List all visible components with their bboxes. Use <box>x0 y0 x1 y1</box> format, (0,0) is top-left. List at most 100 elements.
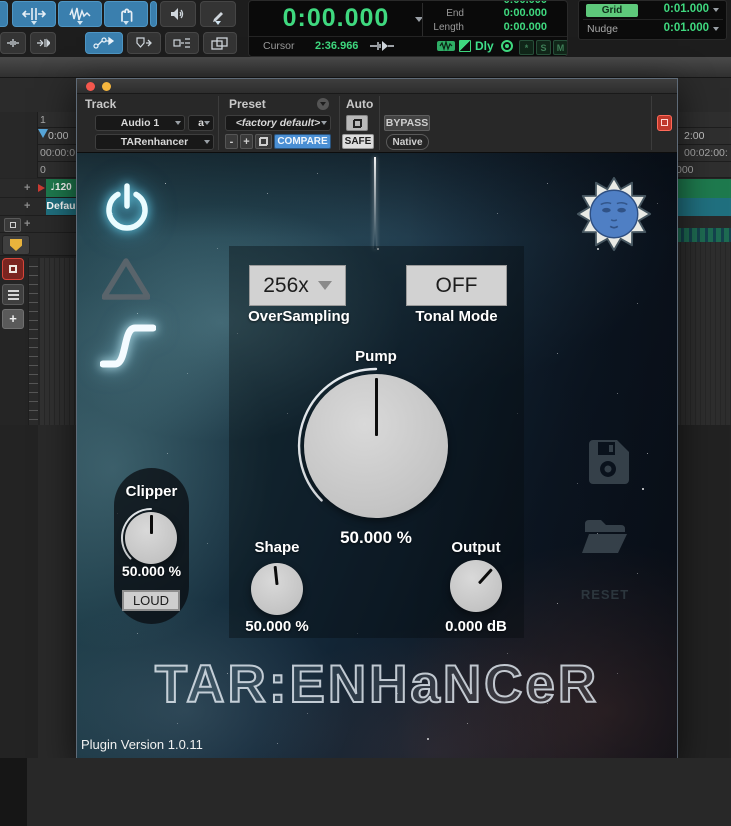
pre-roll-ring-icon[interactable] <box>501 40 513 52</box>
grabber-tool-button[interactable] <box>104 1 148 27</box>
protools-screen: 0:00.000 0:00.000 End 0:00.000 Length 0:… <box>0 0 731 826</box>
mute-indicator[interactable]: M <box>553 40 567 55</box>
track-view-button[interactable] <box>4 218 21 232</box>
power-icon[interactable] <box>99 180 155 236</box>
cursor-waveform-icon <box>370 41 394 51</box>
plugin-window: Track Audio 1 a TARenhancer Preset <fact… <box>76 78 678 760</box>
preset-name: <factory default> <box>235 117 321 129</box>
save-preset-icon[interactable] <box>586 439 630 485</box>
tempo-add-button[interactable]: + <box>24 182 30 194</box>
chevron-down-icon <box>321 121 327 125</box>
output-value: 0.000 dB <box>445 618 507 635</box>
capture-timecode-button[interactable] <box>127 32 161 54</box>
preset-menu-icon[interactable] <box>317 98 329 110</box>
delay-compensation-label[interactable]: Dly <box>475 39 494 53</box>
plugin-version: Plugin Version 1.0.11 <box>81 737 203 752</box>
plugin-gui: 256x OverSampling OFF Tonal Mode Pump 50… <box>77 153 677 759</box>
saturation-curve-icon[interactable] <box>100 324 156 368</box>
pencil-tool-button[interactable] <box>200 1 236 27</box>
scrubber-tool-button[interactable] <box>160 1 196 27</box>
clipper-knob[interactable] <box>125 512 177 564</box>
track-list-button[interactable] <box>2 284 24 305</box>
grid-chevron-icon[interactable] <box>713 8 719 12</box>
nudge-chevron-icon[interactable] <box>713 27 719 31</box>
main-counter[interactable]: 0:00.000 <box>261 4 411 33</box>
playhead-marker-icon[interactable] <box>38 129 48 138</box>
tonal-mode-label: Tonal Mode <box>415 308 498 325</box>
shape-knob[interactable] <box>251 563 303 615</box>
samples-ruler: 000 <box>676 162 731 178</box>
compare-button[interactable]: COMPARE <box>274 134 331 149</box>
grid-mode-button[interactable]: Grid <box>586 4 638 17</box>
asterisk-indicator[interactable]: * <box>519 40 534 55</box>
copy-settings-button[interactable] <box>255 134 272 149</box>
row-add-button[interactable]: + <box>24 218 30 230</box>
insert-selector[interactable]: TARenhancer <box>95 134 214 150</box>
marker-add-button[interactable]: + <box>24 200 30 212</box>
solo-indicator[interactable]: S <box>536 40 551 55</box>
copy-icon <box>259 137 268 146</box>
output-knob[interactable] <box>450 560 502 612</box>
vertical-ruler <box>28 258 38 425</box>
minimize-button[interactable] <box>102 82 111 91</box>
insert-name: TARenhancer <box>120 136 189 148</box>
nudge-value[interactable]: 0:01.000 <box>637 22 709 34</box>
automation-mode-selector[interactable]: a <box>188 115 214 131</box>
ruler-gutter <box>0 112 38 178</box>
timeline-insertion-icon[interactable] <box>437 40 455 52</box>
transport-panel: 0:00.000 0:00.000 End 0:00.000 Length 0:… <box>248 0 568 57</box>
grid-nudge-panel: Grid 0:01.000 Nudge 0:01.000 <box>578 0 727 40</box>
pencil-tool-chevron-icon <box>215 21 221 25</box>
length-label: Length <box>433 22 464 33</box>
reset-button[interactable]: RESET <box>555 587 655 602</box>
zoom-tool-button[interactable] <box>0 1 8 27</box>
trim-tool-button[interactable] <box>12 1 56 27</box>
bypass-button[interactable]: BYPASS <box>384 115 430 131</box>
length-value[interactable]: 0:00.000 <box>467 21 547 33</box>
link-timeline-edit-icon[interactable] <box>459 40 471 52</box>
marker-tag-button[interactable] <box>2 235 30 255</box>
next-preset-button[interactable]: + <box>240 134 253 149</box>
close-button[interactable] <box>86 82 95 91</box>
tempo-value: 120 <box>55 182 72 193</box>
tonal-mode-button[interactable]: OFF <box>406 265 507 306</box>
mirror-midi-button[interactable] <box>165 32 199 54</box>
safe-button[interactable]: SAFE <box>342 134 374 149</box>
end-value[interactable]: 0:00.000 <box>467 7 547 19</box>
grabber-tool-chevron-icon <box>123 21 129 25</box>
bars-ruler <box>676 112 731 128</box>
automation-follows-edit-button[interactable] <box>85 32 123 54</box>
previous-preset-button[interactable]: - <box>225 134 238 149</box>
record-enable-button[interactable] <box>2 258 24 280</box>
tab-transient-icon <box>7 39 19 47</box>
loud-mode-button[interactable]: LOUD <box>122 590 180 611</box>
selector-tool-button[interactable] <box>58 1 102 27</box>
automation-enable-button[interactable] <box>346 115 368 131</box>
chevron-down-icon <box>317 281 332 290</box>
pump-knob[interactable] <box>304 374 448 518</box>
insertion-follows-button[interactable] <box>30 32 56 54</box>
grid-value[interactable]: 0:01.000 <box>637 3 709 15</box>
add-track-button[interactable]: + <box>2 309 24 329</box>
selector-icon <box>69 7 91 21</box>
preset-selector[interactable]: <factory default> <box>225 115 331 131</box>
tempo-value-cell[interactable]: ♩120 <box>46 179 76 197</box>
oversampling-selector[interactable]: 256x <box>249 265 346 306</box>
track-selector[interactable]: Audio 1 <box>95 115 185 131</box>
box-arrow-list-icon <box>173 38 190 48</box>
marker-track-row: + Defau <box>0 198 76 216</box>
delta-icon[interactable] <box>102 257 150 301</box>
link-track-edit-selection-button[interactable] <box>203 32 237 54</box>
moon-face-icon[interactable] <box>576 176 652 252</box>
native-format-button[interactable]: Native <box>386 134 429 150</box>
oversampling-label: OverSampling <box>248 308 350 325</box>
load-preset-folder-icon[interactable] <box>582 513 630 557</box>
marker-cell[interactable]: Defau <box>46 198 76 215</box>
tab-to-transient-button[interactable] <box>0 32 26 54</box>
smart-tool-edge-button[interactable] <box>150 1 157 27</box>
transport-status-row: Cursor 2:36.966 Dly * S M <box>249 36 567 56</box>
target-button[interactable] <box>657 115 672 131</box>
linked-windows-icon <box>211 36 228 50</box>
plugin-titlebar[interactable] <box>77 79 677 94</box>
chevron-down-icon <box>175 121 181 125</box>
